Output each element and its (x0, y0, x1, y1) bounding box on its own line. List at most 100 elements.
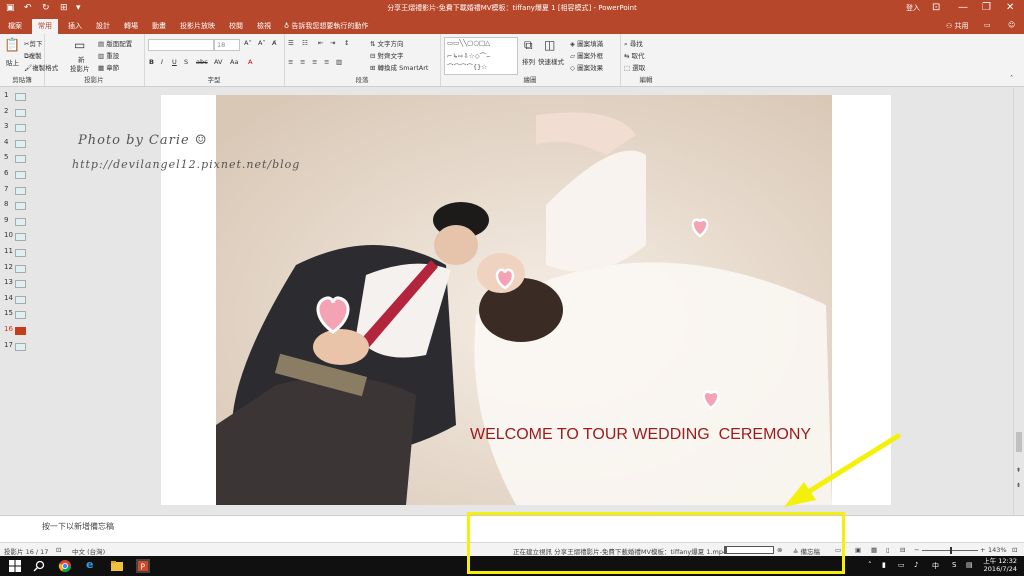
slide-thumbnail-preview[interactable] (15, 342, 26, 351)
next-slide-icon[interactable]: ⇟ (1016, 482, 1021, 489)
slide-sorter-icon[interactable]: ▦ (871, 546, 877, 554)
zoom-slider-knob[interactable] (950, 547, 952, 554)
slide-thumbnail-preview[interactable] (15, 186, 26, 195)
slide-thumbnail[interactable]: 7 (0, 185, 38, 197)
spacing-icon[interactable]: AV (214, 58, 222, 66)
font-size-input[interactable]: 18 (214, 39, 240, 51)
new-slide-label-2[interactable]: 投影片 (70, 63, 90, 73)
battery-icon[interactable]: ▭ (898, 561, 905, 569)
increase-indent-icon[interactable]: ⇥ (330, 39, 335, 47)
fit-to-window-icon[interactable]: ⊡ (1012, 546, 1017, 554)
slide-thumbnail-preview[interactable] (15, 327, 26, 335)
welcome-text-box[interactable]: WELCOME TO TOUR WEDDING CEREMONY (470, 426, 811, 444)
section-button[interactable]: ▦ 章節 (98, 62, 119, 72)
new-slide-icon[interactable]: ▭ (74, 38, 85, 52)
reading-view-icon[interactable]: ▯ (886, 546, 890, 554)
slide-thumbnail[interactable]: 17 (0, 341, 38, 353)
slide-thumbnail[interactable]: 10 (0, 231, 38, 243)
shape-outline-button[interactable]: ▱ 圖案外框 (570, 50, 603, 60)
align-left-icon[interactable]: ≡ (288, 58, 293, 66)
clear-format-icon[interactable]: A̸ (272, 39, 276, 47)
close-icon[interactable]: ✕ (1006, 2, 1014, 14)
powerpoint-icon[interactable]: P (136, 559, 150, 573)
comment-icon[interactable]: ▭ (984, 21, 991, 29)
tab-view[interactable]: 檢視 (257, 21, 271, 31)
font-name-input[interactable] (148, 39, 214, 51)
decrease-indent-icon[interactable]: ⇤ (318, 39, 323, 47)
tab-design[interactable]: 設計 (96, 21, 110, 31)
tab-slideshow[interactable]: 投影片放映 (180, 21, 215, 31)
slide-thumbnail[interactable]: 14 (0, 294, 38, 306)
shadow-icon[interactable]: S (184, 58, 188, 66)
layout-button[interactable]: ▤ 版面配置 (98, 38, 132, 48)
shape-fill-button[interactable]: ◈ 圖案填滿 (570, 38, 603, 48)
chrome-icon[interactable] (58, 559, 72, 573)
zoom-in-icon[interactable]: + (980, 546, 985, 554)
ribbon-display-icon[interactable]: ⊡ (932, 2, 940, 14)
copy-button[interactable]: ⧉複製 (24, 50, 42, 61)
ime-s-indicator[interactable]: S (952, 561, 956, 569)
quick-styles-icon[interactable]: ◫ (544, 38, 555, 52)
tell-me-search[interactable]: ♁ 告訴我您想要執行的動作 (284, 21, 368, 31)
slide-thumbnail[interactable]: 9 (0, 216, 38, 228)
taskbar-clock[interactable]: 上午 12:32 2016/7/24 (983, 557, 1017, 573)
bold-icon[interactable]: B (149, 58, 154, 66)
slide-thumbnail-preview[interactable] (15, 311, 26, 320)
slide-thumbnail[interactable]: 3 (0, 122, 38, 134)
tab-insert[interactable]: 插入 (68, 21, 82, 31)
quick-styles-button[interactable]: 快速樣式 (538, 56, 564, 66)
smiley-icon[interactable]: ☺ (1008, 21, 1015, 29)
align-text-button[interactable]: ⊟ 對齊文字 (370, 50, 404, 60)
notification-icon[interactable]: ▤ (966, 561, 973, 569)
underline-icon[interactable]: U (172, 58, 177, 66)
volume-icon[interactable]: ♪ (914, 561, 918, 569)
slide-thumbnail[interactable]: 5 (0, 153, 38, 165)
slide-thumbnail[interactable]: 4 (0, 138, 38, 150)
prev-slide-icon[interactable]: ⇞ (1016, 467, 1021, 474)
slide-thumbnail-preview[interactable] (15, 171, 26, 179)
slide-thumbnail-preview[interactable] (15, 264, 26, 273)
align-center-icon[interactable]: ≡ (300, 58, 305, 66)
select-button[interactable]: ⬚ 選取 (624, 62, 645, 72)
justify-icon[interactable]: ≡ (324, 58, 329, 66)
slide-thumbnail[interactable]: 8 (0, 200, 38, 212)
slide-thumbnail-preview[interactable] (15, 124, 26, 133)
minimize-icon[interactable]: — (958, 2, 968, 14)
strikethrough-icon[interactable]: abc (196, 58, 208, 66)
tab-home[interactable]: 常用 (32, 19, 58, 34)
vertical-scrollbar[interactable]: ⇞ ⇟ (1013, 87, 1024, 515)
slide-thumbnail-preview[interactable] (15, 108, 26, 117)
replace-button[interactable]: ⇆ 取代 (624, 50, 645, 60)
spellcheck-icon[interactable]: ⊡ (56, 546, 61, 554)
language-indicator[interactable]: 中文 (台灣) (72, 546, 105, 556)
columns-icon[interactable]: ▥ (336, 58, 342, 66)
zoom-level[interactable]: 143% (988, 546, 1007, 554)
font-color-icon[interactable]: A (248, 58, 252, 66)
align-right-icon[interactable]: ≡ (312, 58, 317, 66)
paste-button[interactable]: 貼上 (6, 57, 19, 67)
tab-transitions[interactable]: 轉場 (124, 21, 138, 31)
network-icon[interactable]: ▮ (882, 561, 886, 569)
shrink-font-icon[interactable]: A˅ (258, 39, 266, 47)
notes-placeholder[interactable]: 按一下以新增備忘稿 (42, 521, 114, 532)
grow-font-icon[interactable]: A˄ (244, 39, 252, 47)
slide-thumbnail[interactable]: 12 (0, 263, 38, 275)
scrollbar-thumb[interactable] (1016, 432, 1022, 452)
normal-view-icon[interactable]: ▣ (855, 546, 861, 554)
slide-thumbnail-preview[interactable] (15, 202, 26, 211)
numbering-icon[interactable]: ☷ (302, 39, 308, 47)
zoom-out-icon[interactable]: − (914, 546, 919, 554)
share-button[interactable]: ⚇ 共用 (946, 21, 969, 31)
tray-expand-icon[interactable]: ˄ (868, 561, 872, 569)
slideshow-view-icon[interactable]: ⊟ (900, 546, 905, 554)
slide-thumbnail-preview[interactable] (15, 233, 26, 242)
tab-animations[interactable]: 動畫 (152, 21, 166, 31)
file-explorer-icon[interactable] (110, 559, 124, 573)
shape-effects-button[interactable]: ◇ 圖案效果 (570, 62, 603, 72)
slide-thumbnail-preview[interactable] (15, 139, 26, 148)
slide-thumbnail[interactable]: 11 (0, 247, 38, 259)
slide-thumbnail[interactable]: 6 (0, 169, 38, 181)
tab-review[interactable]: 校閱 (229, 21, 243, 31)
shapes-gallery[interactable]: ▭▭╲╲▢○□△ ⌐↳⇨⇩☆◇⌒⌣ ⌒⌒⌒⌒{}☆ (444, 37, 518, 75)
ime-chinese-indicator[interactable]: 中 (932, 561, 939, 571)
